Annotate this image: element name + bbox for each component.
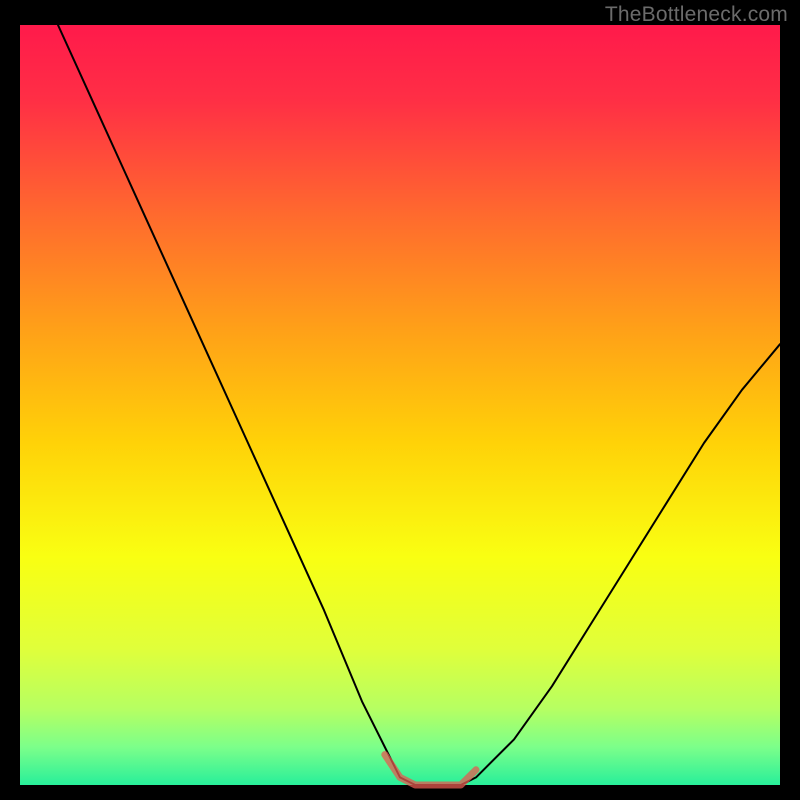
plot-area [20, 25, 780, 785]
optimal-zone-highlight [385, 755, 476, 785]
watermark-text: TheBottleneck.com [605, 3, 788, 27]
bottleneck-curve [58, 25, 780, 785]
chart-stage: TheBottleneck.com [0, 0, 800, 800]
curves-layer [20, 25, 780, 785]
